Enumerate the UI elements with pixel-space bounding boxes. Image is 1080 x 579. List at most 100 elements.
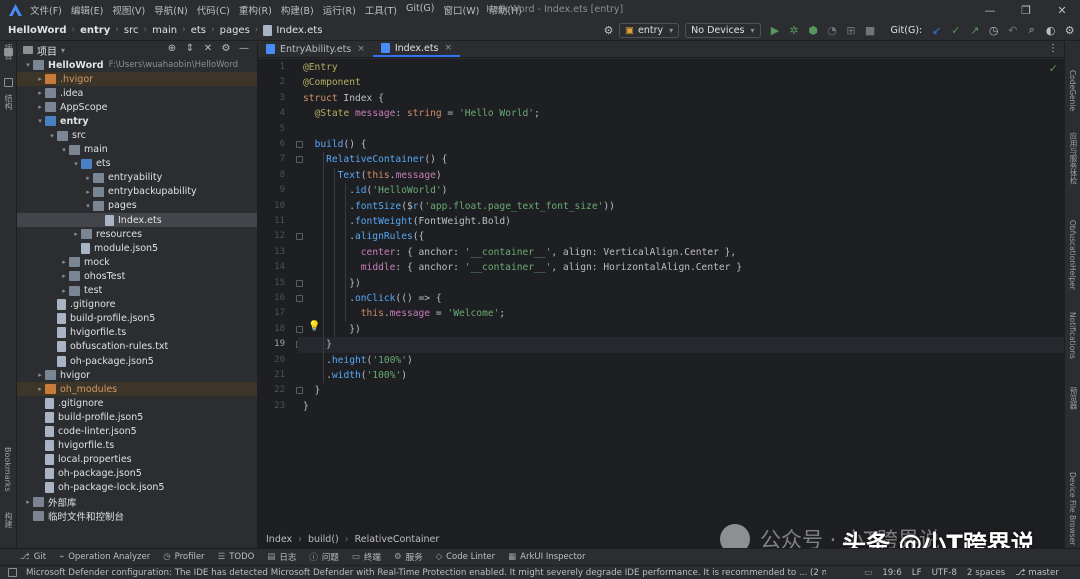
crumb-pages[interactable]: pages bbox=[220, 25, 250, 36]
chevron-right-icon[interactable]: ▸ bbox=[23, 498, 33, 506]
code-line[interactable]: middle: { anchor: '__container__', align… bbox=[303, 260, 742, 275]
tool-arkui-inspector[interactable]: ▦ ArkUI Inspector bbox=[508, 552, 585, 562]
tree-folder-item[interactable]: ▸ resources bbox=[17, 227, 257, 241]
chevron-right-icon[interactable]: ▸ bbox=[59, 258, 69, 266]
code-line[interactable]: .fontWeight(FontWeight.Bold) bbox=[303, 214, 511, 229]
build-tool-label[interactable]: 构建 bbox=[3, 512, 14, 528]
restore-icon[interactable]: ❐ bbox=[1008, 0, 1044, 20]
menu-build[interactable]: 构建(B) bbox=[281, 3, 314, 17]
git-commit-icon[interactable]: ✓ bbox=[947, 22, 964, 39]
menu-run[interactable]: 运行(R) bbox=[323, 3, 356, 17]
options-gear-icon[interactable]: ⚙ bbox=[217, 43, 235, 54]
fold-marker-icon[interactable] bbox=[296, 233, 303, 241]
code-line[interactable]: center: { anchor: '__container__', align… bbox=[303, 245, 736, 260]
previewer-tool-label[interactable]: 预览器 bbox=[1068, 387, 1079, 410]
crumb-src[interactable]: src bbox=[124, 25, 139, 36]
chevron-down-icon[interactable]: ▾ bbox=[71, 160, 81, 168]
tree-folder-item[interactable]: ▸ 外部库 bbox=[17, 495, 257, 509]
tool-services[interactable]: ⚙ 服务 bbox=[394, 551, 423, 563]
tree-folder-item[interactable]: ▾ src bbox=[17, 128, 257, 142]
line-separator[interactable]: LF bbox=[912, 568, 922, 578]
fold-marker-icon[interactable] bbox=[296, 141, 303, 148]
menu-code[interactable]: 代码(C) bbox=[197, 3, 230, 17]
code-line[interactable]: }) bbox=[303, 276, 361, 291]
obfuscation-helper-tool-label[interactable]: ObfuscationHelper bbox=[1068, 220, 1077, 290]
crumb-main[interactable]: main bbox=[152, 25, 177, 36]
tree-file-item[interactable]: .gitignore bbox=[17, 396, 257, 410]
tree-folder-item[interactable]: ▸ ohosTest bbox=[17, 269, 257, 283]
tool-operation-analyzer[interactable]: ⌁ Operation Analyzer bbox=[59, 552, 150, 562]
tree-folder-item[interactable]: 临时文件和控制台 bbox=[17, 509, 257, 523]
tree-folder-item[interactable]: ▸ .hvigor bbox=[17, 72, 257, 87]
tab-entryability[interactable]: EntryAbility.ets × bbox=[258, 41, 373, 57]
code-crumb-container[interactable]: RelativeContainer bbox=[355, 534, 440, 545]
code-line[interactable]: @State message: string = 'Hello World'; bbox=[303, 106, 540, 121]
codegenie-tool-label[interactable]: CodeGenie bbox=[1068, 70, 1077, 111]
tree-file-item[interactable]: oh-package.json5 bbox=[17, 467, 257, 481]
code-line[interactable]: struct Index { bbox=[303, 91, 384, 106]
close-tab-icon[interactable]: × bbox=[445, 43, 453, 53]
tree-file-item[interactable]: hvigorfile.ts bbox=[17, 326, 257, 340]
git-push-icon[interactable]: ↗ bbox=[966, 22, 983, 39]
git-branch[interactable]: ⎇ master bbox=[1015, 568, 1069, 578]
tree-folder-item[interactable]: ▾ ets bbox=[17, 157, 257, 171]
app-check-tool-label[interactable]: 应用与服务体检 bbox=[1068, 132, 1079, 185]
tree-folder-item[interactable]: ▾ entry bbox=[17, 114, 257, 128]
stop-icon[interactable]: ■ bbox=[862, 22, 879, 39]
chevron-right-icon[interactable]: ▸ bbox=[35, 89, 45, 97]
coverage-icon[interactable]: ⊞ bbox=[843, 22, 860, 39]
tree-folder-item[interactable]: ▾ main bbox=[17, 143, 257, 157]
chevron-down-icon[interactable]: ▾ bbox=[61, 46, 65, 55]
tool-todo[interactable]: ☰ TODO bbox=[218, 552, 255, 562]
fold-marker-icon[interactable] bbox=[296, 279, 303, 287]
status-toggle-icon[interactable] bbox=[8, 568, 17, 577]
chevron-right-icon[interactable]: ▸ bbox=[59, 287, 69, 295]
chevron-down-icon[interactable]: ▾ bbox=[83, 202, 93, 210]
close-icon[interactable]: ✕ bbox=[1044, 0, 1080, 20]
tree-folder-item[interactable]: ▸ mock bbox=[17, 255, 257, 269]
tree-file-item[interactable]: oh-package-lock.json5 bbox=[17, 481, 257, 495]
menu-edit[interactable]: 编辑(E) bbox=[71, 3, 103, 17]
locate-icon[interactable]: ⊕ bbox=[163, 43, 181, 54]
project-panel-title[interactable]: 项目 bbox=[37, 43, 57, 58]
menu-navigate[interactable]: 导航(N) bbox=[154, 3, 188, 17]
tool-problems[interactable]: ⓘ 问题 bbox=[309, 551, 339, 563]
notifications-tool-label[interactable]: Notifications bbox=[1068, 312, 1077, 359]
cursor-position[interactable]: 19:6 bbox=[882, 568, 902, 578]
chevron-down-icon[interactable]: ▾ bbox=[35, 117, 45, 125]
file-encoding[interactable]: UTF-8 bbox=[932, 568, 957, 578]
indent-setting[interactable]: 2 spaces bbox=[967, 568, 1005, 578]
tree-file-item[interactable]: local.properties bbox=[17, 453, 257, 467]
code-line[interactable]: .onClick(() => { bbox=[303, 291, 441, 306]
chevron-down-icon[interactable]: ▾ bbox=[23, 61, 33, 69]
code-crumb-method[interactable]: build() bbox=[308, 534, 339, 545]
crumb-project[interactable]: HelloWord bbox=[8, 25, 67, 36]
collapse-all-icon[interactable]: ✕ bbox=[199, 43, 217, 54]
chevron-right-icon[interactable]: ▸ bbox=[59, 272, 69, 280]
tree-file-item[interactable]: build-profile.json5 bbox=[17, 312, 257, 326]
minimize-icon[interactable]: — bbox=[972, 0, 1008, 20]
tree-folder-item[interactable]: ▸ test bbox=[17, 284, 257, 298]
chevron-right-icon[interactable]: ▸ bbox=[35, 371, 45, 379]
bookmarks-tool-label[interactable]: Bookmarks bbox=[3, 447, 12, 492]
tree-folder-item[interactable]: ▾ HelloWord F:\Users\wuahaobin\HelloWord bbox=[17, 58, 257, 72]
git-update-icon[interactable]: ↙ bbox=[928, 22, 945, 39]
expand-all-icon[interactable]: ⇕ bbox=[181, 43, 199, 54]
menu-view[interactable]: 视图(V) bbox=[112, 3, 145, 17]
chevron-right-icon[interactable]: ▸ bbox=[35, 385, 45, 393]
code-line[interactable]: .alignRules({ bbox=[303, 229, 424, 244]
tree-file-item[interactable]: module.json5 bbox=[17, 241, 257, 255]
menu-tools[interactable]: 工具(T) bbox=[365, 3, 397, 17]
tree-folder-item[interactable]: ▸ oh_modules bbox=[17, 382, 257, 397]
run-icon[interactable]: ▶ bbox=[767, 22, 784, 39]
code-line[interactable]: .fontSize($r('app.float.page_text_font_s… bbox=[303, 199, 615, 214]
menu-refactor[interactable]: 重构(R) bbox=[239, 3, 272, 17]
menu-git[interactable]: Git(G) bbox=[406, 3, 435, 17]
fold-marker-icon[interactable] bbox=[296, 387, 303, 395]
fold-marker-icon[interactable] bbox=[296, 295, 303, 302]
crumb-module[interactable]: entry bbox=[80, 25, 110, 36]
hide-icon[interactable]: — bbox=[235, 43, 253, 54]
tool-log[interactable]: ▤ 日志 bbox=[267, 551, 296, 563]
structure-tool-icon[interactable] bbox=[4, 78, 13, 87]
tree-file-item[interactable]: Index.ets bbox=[17, 213, 257, 228]
